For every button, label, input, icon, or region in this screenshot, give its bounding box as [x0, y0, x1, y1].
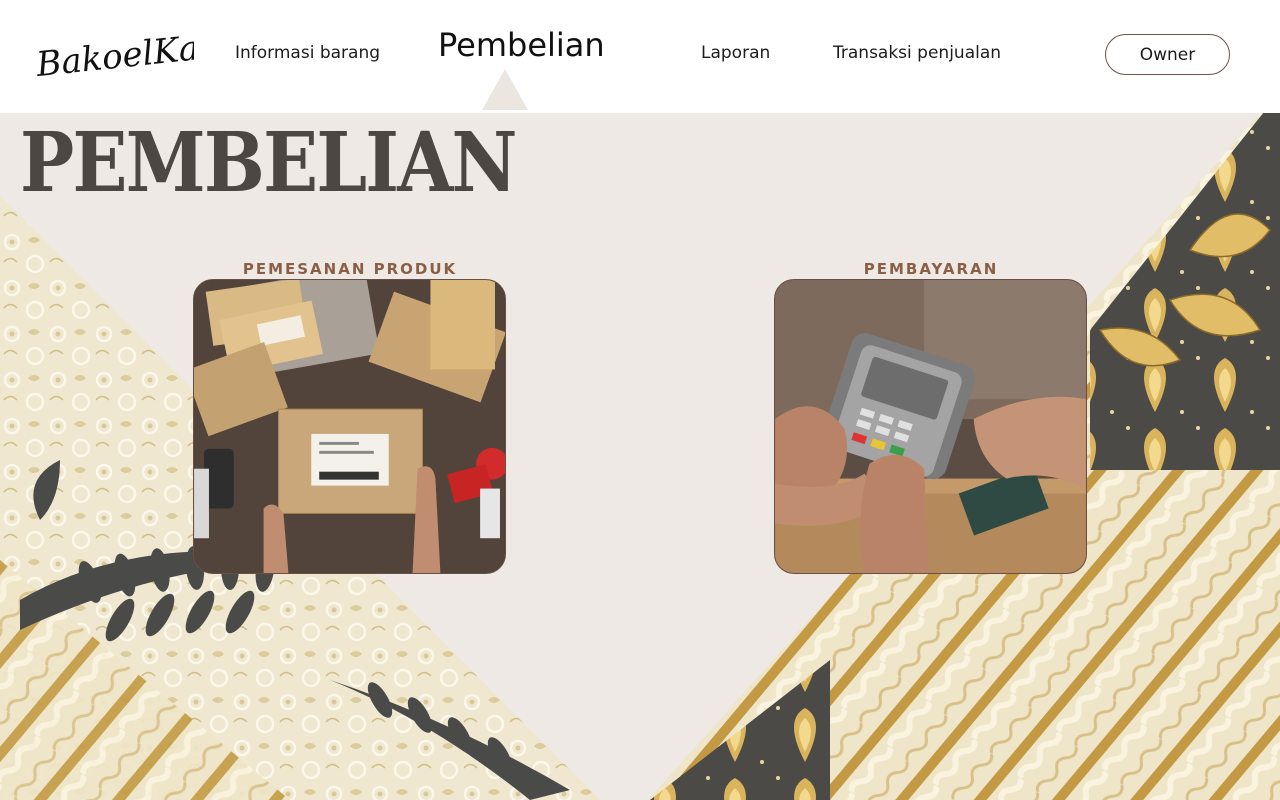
nav-laporan[interactable]: Laporan — [701, 43, 770, 63]
top-navbar: BakoelKaos Informasi barang Pembelian La… — [0, 0, 1280, 113]
pembayaran-card[interactable] — [774, 279, 1087, 574]
active-nav-indicator — [482, 69, 528, 110]
owner-button[interactable]: Owner — [1105, 34, 1230, 75]
script-logo-graphic: BakoelKaos — [34, 24, 239, 85]
svg-text:BakoelKaos: BakoelKaos — [34, 24, 194, 85]
packages-image — [194, 280, 505, 573]
card-payment-image — [775, 280, 1086, 573]
card-label-pembayaran: PEMBAYARAN — [863, 260, 999, 278]
nav-pembelian-active[interactable]: Pembelian — [438, 26, 605, 64]
nav-transaksi-penjualan[interactable]: Transaksi penjualan — [833, 43, 1001, 63]
pemesanan-produk-card[interactable] — [193, 279, 506, 574]
brand-logo[interactable]: BakoelKaos — [34, 18, 239, 92]
card-label-pemesanan-produk: PEMESANAN PRODUK — [242, 260, 458, 278]
nav-informasi-barang[interactable]: Informasi barang — [235, 43, 380, 63]
page-title: PEMBELIAN — [20, 115, 517, 211]
